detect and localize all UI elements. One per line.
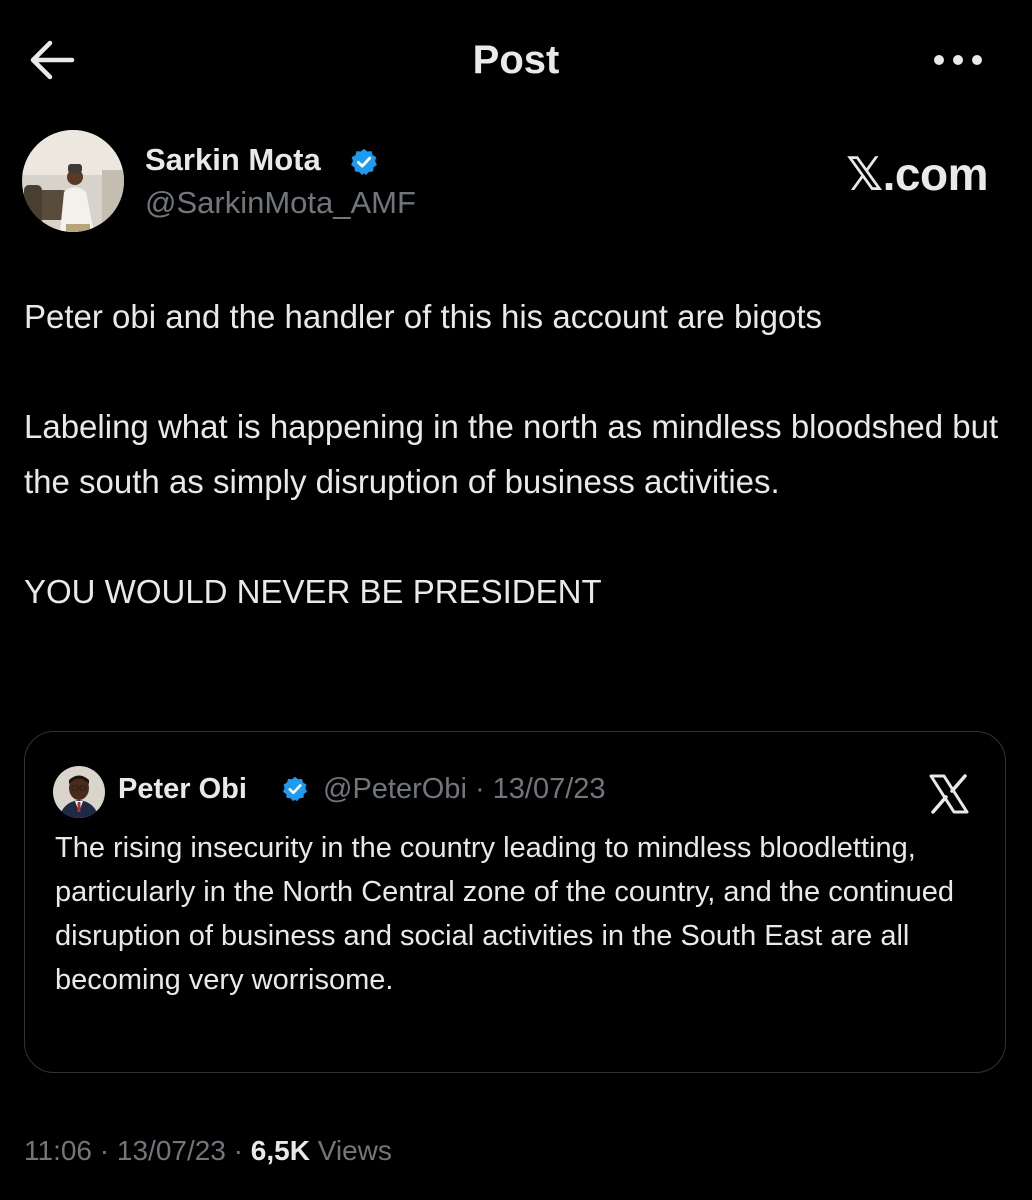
post-author: Sarkin Mota @SarkinMota_AMF 𝕏.com bbox=[0, 128, 1032, 238]
quoted-post-card[interactable]: Peter Obi @PeterObi · 13/07/23 The risin… bbox=[24, 731, 1006, 1073]
views-label: Views bbox=[309, 1135, 392, 1166]
post-date[interactable]: 13/07/23 bbox=[117, 1135, 226, 1166]
more-options-button[interactable] bbox=[930, 40, 986, 80]
meta-separator: · bbox=[92, 1135, 117, 1166]
meta-separator: · bbox=[225, 1135, 251, 1166]
quote-handle-date: @PeterObi · 13/07/23 bbox=[323, 773, 606, 805]
xcom-watermark: 𝕏.com bbox=[846, 148, 988, 200]
top-bar: Post bbox=[0, 0, 1032, 120]
author-avatar[interactable] bbox=[22, 130, 124, 232]
more-options-icon bbox=[934, 55, 982, 65]
quote-author-name: Peter Obi bbox=[118, 773, 247, 805]
tweet-paragraph: Peter obi and the handler of this his ac… bbox=[24, 298, 823, 335]
views-count: 6,5K bbox=[250, 1135, 310, 1166]
tweet-paragraph: YOU WOULD NEVER BE PRESIDENT bbox=[24, 573, 602, 610]
verified-badge-icon bbox=[281, 775, 309, 803]
x-logo-icon bbox=[925, 770, 973, 818]
post-time[interactable]: 11:06 bbox=[24, 1135, 92, 1166]
verified-badge-icon bbox=[349, 147, 379, 177]
page-title: Post bbox=[472, 38, 560, 82]
quote-text: The rising insecurity in the country lea… bbox=[55, 832, 954, 996]
quote-avatar bbox=[53, 766, 105, 818]
quote-avatar-image bbox=[53, 766, 105, 818]
post-meta: 11:06 · 13/07/23 · 6,5K Views bbox=[24, 1133, 392, 1169]
author-name[interactable]: Sarkin Mota bbox=[145, 142, 321, 178]
tweet-text: Peter obi and the handler of this his ac… bbox=[24, 289, 1009, 619]
tweet-paragraph: Labeling what is happening in the north … bbox=[24, 408, 999, 500]
author-avatar-image bbox=[22, 130, 124, 232]
author-handle[interactable]: @SarkinMota_AMF bbox=[145, 185, 416, 221]
